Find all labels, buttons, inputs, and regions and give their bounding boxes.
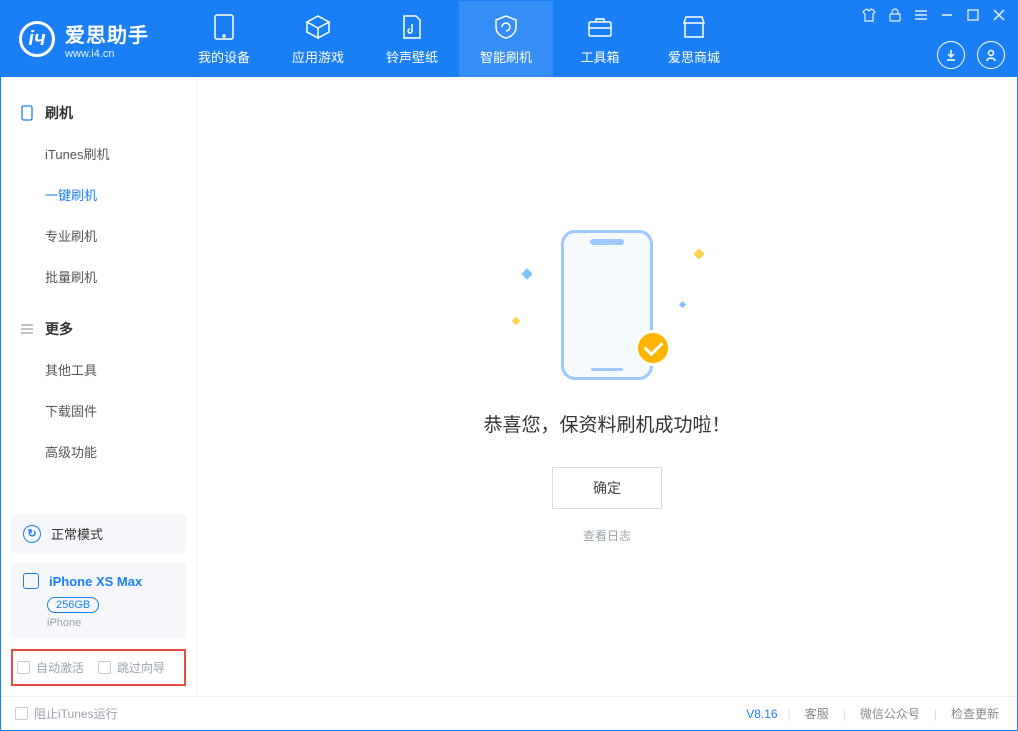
checkbox-block-itunes[interactable]: 阻止iTunes运行 xyxy=(15,705,118,722)
app-url: www.i4.cn xyxy=(65,48,149,60)
device-card[interactable]: iPhone XS Max 256GB iPhone xyxy=(11,563,186,639)
checkbox-icon xyxy=(17,661,30,674)
mode-label: 正常模式 xyxy=(51,524,103,543)
shop-icon xyxy=(680,13,708,41)
minimize-button[interactable] xyxy=(939,7,955,23)
mode-icon: ↻ xyxy=(23,525,41,543)
options-strip: 自动激活 跳过向导 xyxy=(11,649,186,686)
lock-icon[interactable] xyxy=(887,7,903,23)
sidebar-head-more[interactable]: 更多 xyxy=(1,309,196,349)
footer: 阻止iTunes运行 V8.16 | 客服 | 微信公众号 | 检查更新 xyxy=(1,696,1017,730)
nav-ringtones[interactable]: 铃声壁纸 xyxy=(365,1,459,77)
view-log-link[interactable]: 查看日志 xyxy=(583,527,631,544)
shield-refresh-icon xyxy=(492,13,520,41)
app-name: 爱思助手 xyxy=(65,19,149,48)
body: 刷机 iTunes刷机 一键刷机 专业刷机 批量刷机 更多 其他工具 下 xyxy=(1,77,1017,696)
nav-apps[interactable]: 应用游戏 xyxy=(271,1,365,77)
sidebar-group-more: 更多 其他工具 下载固件 高级功能 xyxy=(1,303,196,478)
sidebar-item-other-tools[interactable]: 其他工具 xyxy=(1,349,196,390)
download-button[interactable] xyxy=(937,41,965,69)
maximize-button[interactable] xyxy=(965,7,981,23)
app-window: iч 爱思助手 www.i4.cn 我的设备 应用游戏 xyxy=(0,0,1018,731)
header: iч 爱思助手 www.i4.cn 我的设备 应用游戏 xyxy=(1,1,1017,77)
spark-icon xyxy=(512,316,520,324)
window-controls xyxy=(861,7,1007,23)
music-file-icon xyxy=(398,13,426,41)
spark-icon xyxy=(521,268,532,279)
header-right-icons xyxy=(937,41,1005,69)
nav-toolbox[interactable]: 工具箱 xyxy=(553,1,647,77)
spark-icon xyxy=(679,300,686,307)
checkbox-auto-activate[interactable]: 自动激活 xyxy=(17,659,84,676)
sidebar-head-flash[interactable]: 刷机 xyxy=(1,93,196,133)
success-title: 恭喜您，保资料刷机成功啦！ xyxy=(483,410,730,437)
checkbox-icon xyxy=(15,707,28,720)
cube-icon xyxy=(304,13,332,41)
nav-my-device[interactable]: 我的设备 xyxy=(177,1,271,77)
device-capacity: 256GB xyxy=(47,597,99,613)
check-badge-icon xyxy=(635,330,671,366)
nav-store[interactable]: 爱思商城 xyxy=(647,1,741,77)
device-section: ↻ 正常模式 iPhone XS Max 256GB iPhone xyxy=(1,514,196,639)
checkbox-icon xyxy=(98,661,111,674)
checkbox-skip-guide[interactable]: 跳过向导 xyxy=(98,659,165,676)
sidebar-group-flash: 刷机 iTunes刷机 一键刷机 专业刷机 批量刷机 xyxy=(1,87,196,303)
logo[interactable]: iч 爱思助手 www.i4.cn xyxy=(1,19,167,60)
device-name: iPhone XS Max xyxy=(23,573,174,589)
device-type: iPhone xyxy=(47,617,174,629)
sidebar-item-firmware[interactable]: 下载固件 xyxy=(1,390,196,431)
phone-icon xyxy=(19,105,35,121)
sidebar-item-oneclick[interactable]: 一键刷机 xyxy=(1,174,196,215)
check-update-link[interactable]: 检查更新 xyxy=(947,705,1003,722)
close-button[interactable] xyxy=(991,7,1007,23)
top-nav: 我的设备 应用游戏 铃声壁纸 智能刷机 xyxy=(177,1,741,77)
sidebar-item-batch[interactable]: 批量刷机 xyxy=(1,256,196,297)
menu-icon[interactable] xyxy=(913,7,929,23)
account-button[interactable] xyxy=(977,41,1005,69)
sidebar-item-pro[interactable]: 专业刷机 xyxy=(1,215,196,256)
ok-button[interactable]: 确定 xyxy=(552,467,662,509)
toolbox-icon xyxy=(586,13,614,41)
sidebar-item-itunes[interactable]: iTunes刷机 xyxy=(1,133,196,174)
success-illustration xyxy=(507,230,707,380)
main-content: 恭喜您，保资料刷机成功啦！ 确定 查看日志 xyxy=(197,77,1017,696)
nav-flash[interactable]: 智能刷机 xyxy=(459,1,553,77)
tshirt-icon[interactable] xyxy=(861,7,877,23)
support-link[interactable]: 客服 xyxy=(801,705,833,722)
sidebar: 刷机 iTunes刷机 一键刷机 专业刷机 批量刷机 更多 其他工具 下 xyxy=(1,77,197,696)
device-icon xyxy=(210,13,238,41)
logo-icon: iч xyxy=(19,21,55,57)
mode-card[interactable]: ↻ 正常模式 xyxy=(11,514,186,553)
wechat-link[interactable]: 微信公众号 xyxy=(856,705,924,722)
list-icon xyxy=(19,321,35,337)
sidebar-item-advanced[interactable]: 高级功能 xyxy=(1,431,196,472)
spark-icon xyxy=(693,248,704,259)
version-label: V8.16 xyxy=(746,707,777,721)
